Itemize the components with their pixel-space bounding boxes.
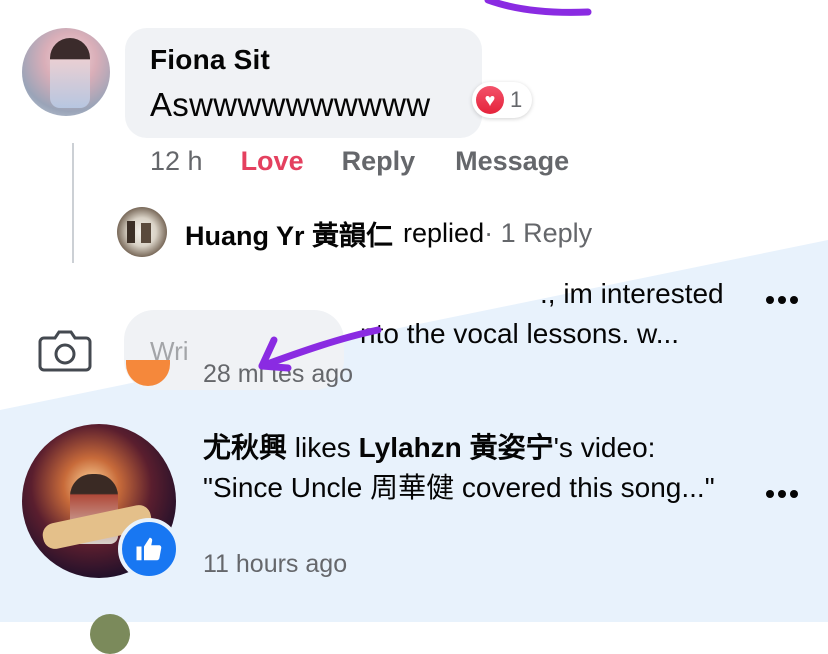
reply-button[interactable]: Reply [342,146,416,177]
commenter-avatar[interactable] [22,28,110,116]
reply-count: · 1 Reply [484,218,593,248]
replier-name: Huang Yr 黃韻仁 [185,221,394,251]
notification-text[interactable]: 尤秋興 likes Lylahzn 黃姿宁's video: "Since Un… [203,428,743,508]
replier-avatar[interactable] [117,207,167,257]
replied-label: replied [403,218,485,248]
comment-actions: 12 h Love Reply Message [150,143,569,179]
comment-author[interactable]: Fiona Sit [150,44,270,76]
message-button[interactable]: Message [455,146,569,177]
comment-text: Aswwwwwwwwww [150,86,431,123]
notification-timestamp: 28 mi tes ago [203,360,354,388]
reaction-count: 1 [510,87,523,112]
notification-actor: 尤秋興 [203,432,288,463]
more-options-icon[interactable] [766,490,798,498]
love-button[interactable]: Love [241,146,304,177]
comment-timestamp: 12 h [150,145,203,176]
heart-icon: ♥ [476,86,504,114]
notification-timestamp: 11 hours ago [203,550,348,578]
view-replies-link[interactable]: Huang Yr 黃韻仁 replied · 1 Reply [185,214,592,253]
reaction-summary[interactable]: ♥ 1 [472,82,533,118]
more-options-icon[interactable] [766,296,798,304]
thread-line [72,143,74,263]
notification-text-partial: nto the vocal lessons. w... [360,318,680,349]
notification-verb: likes [287,432,359,463]
camera-icon[interactable] [38,330,92,372]
thumbs-up-icon [118,518,180,580]
notification-target: Lylahzn 黃姿宁 [358,432,554,463]
avatar [90,614,130,654]
notification-text-partial: ., im interested [540,278,724,309]
